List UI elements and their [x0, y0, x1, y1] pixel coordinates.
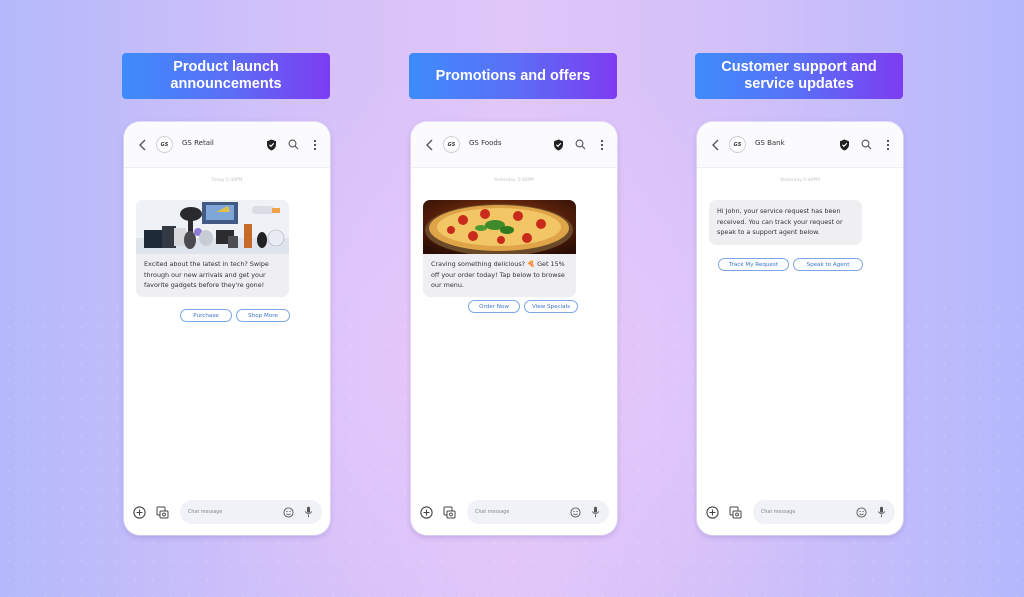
category-label: Customer support and service updates	[695, 53, 903, 99]
emoji-icon[interactable]	[855, 506, 867, 518]
more-options-icon[interactable]	[308, 138, 322, 152]
brand-name: GS Foods	[469, 138, 502, 147]
add-circle-icon[interactable]	[419, 505, 433, 519]
category-label: Promotions and offers	[409, 53, 617, 99]
brand-name: GS Bank	[755, 138, 785, 147]
suggested-actions: Purchase Shop More	[180, 309, 290, 322]
order-now-button[interactable]: Order Now	[468, 300, 520, 313]
gallery-icon[interactable]	[442, 505, 456, 519]
view-specials-button[interactable]: View Specials	[524, 300, 578, 313]
message-timestamp: Yesterday 5:40PM	[780, 178, 820, 183]
brand-logo: GS	[443, 136, 460, 153]
more-options-icon[interactable]	[595, 138, 609, 152]
emoji-icon[interactable]	[569, 506, 581, 518]
more-options-icon[interactable]	[881, 138, 895, 152]
app-bar: GS GS Retail	[124, 122, 330, 168]
microphone-icon[interactable]	[589, 506, 601, 518]
microphone-icon[interactable]	[302, 506, 314, 518]
brand-logo: GS	[729, 136, 746, 153]
back-arrow-icon[interactable]	[136, 138, 150, 152]
tech-gadgets-image	[136, 200, 289, 254]
add-circle-icon[interactable]	[132, 505, 146, 519]
add-circle-icon[interactable]	[705, 505, 719, 519]
chat-message-placeholder: Chat message	[475, 509, 510, 515]
chat-message-input[interactable]: Chat message	[180, 500, 322, 524]
compose-bar: Chat message	[697, 499, 903, 525]
shop-more-button[interactable]: Shop More	[236, 309, 290, 322]
column-promotions: Promotions and offers GS GS Foods Yester…	[409, 0, 619, 597]
rich-card-message: Excited about the latest in tech? Swipe …	[136, 200, 289, 297]
message-text: Craving something delicious? 🍕 Get 15% o…	[431, 260, 565, 290]
purchase-button[interactable]: Purchase	[180, 309, 232, 322]
phone-mockup: GS GS Retail Today 5:40PM Excited about …	[124, 122, 330, 535]
brand-name: GS Retail	[182, 138, 214, 147]
suggested-actions: Order Now View Specials	[468, 300, 578, 313]
brand-logo: GS	[156, 136, 173, 153]
verified-shield-icon	[551, 138, 565, 152]
suggested-actions: Track My Request Speak to Agent	[718, 258, 863, 271]
app-bar: GS GS Foods	[411, 122, 617, 168]
app-bar: GS GS Bank	[697, 122, 903, 168]
gallery-icon[interactable]	[728, 505, 742, 519]
back-arrow-icon[interactable]	[709, 138, 723, 152]
message-text: Hi John, your service request has been r…	[717, 207, 843, 237]
chat-message-input[interactable]: Chat message	[753, 500, 895, 524]
chat-message-placeholder: Chat message	[188, 509, 223, 515]
verified-shield-icon	[264, 138, 278, 152]
emoji-icon[interactable]	[282, 506, 294, 518]
gallery-icon[interactable]	[155, 505, 169, 519]
rich-card-message: Craving something delicious? 🍕 Get 15% o…	[423, 200, 576, 297]
verified-shield-icon	[837, 138, 851, 152]
message-timestamp: Yesterday 5:40PM	[494, 178, 534, 183]
track-my-request-button[interactable]: Track My Request	[718, 258, 789, 271]
column-customer-support: Customer support and service updates GS …	[695, 0, 905, 597]
column-product-launch: Product launch announcements GS GS Retai…	[122, 0, 332, 597]
back-arrow-icon[interactable]	[423, 138, 437, 152]
search-icon[interactable]	[573, 138, 587, 152]
message-timestamp: Today 5:40PM	[211, 178, 243, 183]
compose-bar: Chat message	[124, 499, 330, 525]
phone-mockup: GS GS Foods Yesterday 5:40PM Craving som…	[411, 122, 617, 535]
pizza-image	[423, 200, 576, 254]
message-text: Excited about the latest in tech? Swipe …	[144, 260, 269, 290]
phone-mockup: GS GS Bank Yesterday 5:40PM Hi John, you…	[697, 122, 903, 535]
text-message: Hi John, your service request has been r…	[709, 200, 862, 245]
speak-to-agent-button[interactable]: Speak to Agent	[793, 258, 863, 271]
category-label: Product launch announcements	[122, 53, 330, 99]
chat-message-placeholder: Chat message	[761, 509, 796, 515]
search-icon[interactable]	[859, 138, 873, 152]
search-icon[interactable]	[286, 138, 300, 152]
microphone-icon[interactable]	[875, 506, 887, 518]
compose-bar: Chat message	[411, 499, 617, 525]
chat-message-input[interactable]: Chat message	[467, 500, 609, 524]
